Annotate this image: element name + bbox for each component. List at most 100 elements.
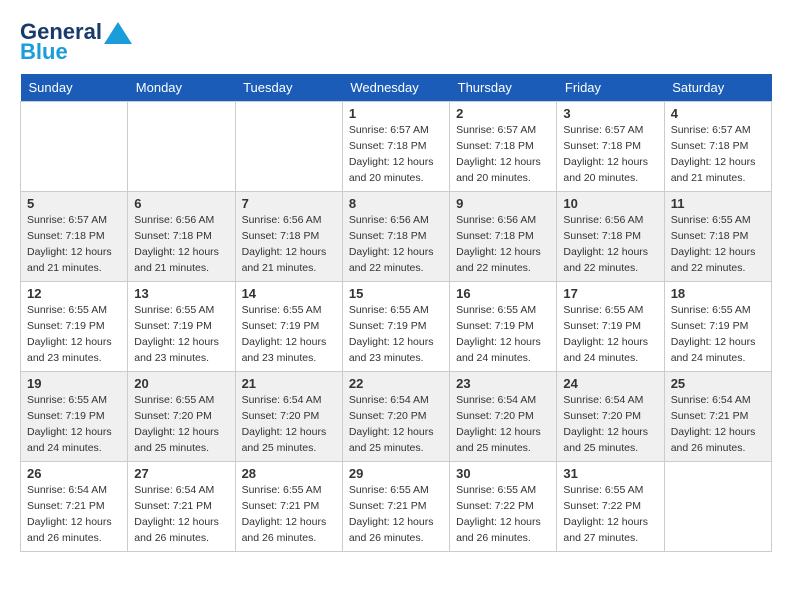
day-info: Sunrise: 6:54 AM Sunset: 7:20 PM Dayligh… — [349, 393, 443, 456]
day-info: Sunrise: 6:55 AM Sunset: 7:19 PM Dayligh… — [242, 303, 336, 366]
day-info: Sunrise: 6:55 AM Sunset: 7:19 PM Dayligh… — [349, 303, 443, 366]
calendar-cell: 5 Sunrise: 6:57 AM Sunset: 7:18 PM Daylig… — [21, 192, 128, 282]
weekday-header: Thursday — [450, 74, 557, 102]
weekday-header: Sunday — [21, 74, 128, 102]
day-info: Sunrise: 6:54 AM Sunset: 7:20 PM Dayligh… — [563, 393, 657, 456]
calendar-cell — [128, 102, 235, 192]
calendar-cell: 24 Sunrise: 6:54 AM Sunset: 7:20 PM Dayli… — [557, 372, 664, 462]
calendar-cell: 13Sunrise: 6:55 AM Sunset: 7:19 PM Dayli… — [128, 282, 235, 372]
calendar-cell: 10 Sunrise: 6:56 AM Sunset: 7:18 PM Dayli… — [557, 192, 664, 282]
day-number: 8 — [349, 196, 443, 211]
calendar-cell: 6 Sunrise: 6:56 AM Sunset: 7:18 PM Daylig… — [128, 192, 235, 282]
day-info: Sunrise: 6:57 AM Sunset: 7:18 PM Dayligh… — [671, 123, 765, 186]
day-number: 6 — [134, 196, 228, 211]
calendar-cell: 30Sunrise: 6:55 AM Sunset: 7:22 PM Dayli… — [450, 462, 557, 552]
day-info: Sunrise: 6:56 AM Sunset: 7:18 PM Dayligh… — [349, 213, 443, 276]
day-number: 30 — [456, 466, 550, 481]
day-number: 1 — [349, 106, 443, 121]
calendar-cell: 28 Sunrise: 6:55 AM Sunset: 7:21 PM Dayli… — [235, 462, 342, 552]
calendar-cell — [21, 102, 128, 192]
day-info: Sunrise: 6:56 AM Sunset: 7:18 PM Dayligh… — [134, 213, 228, 276]
day-info: Sunrise: 6:55 AM Sunset: 7:19 PM Dayligh… — [563, 303, 657, 366]
calendar-week-row: 19 Sunrise: 6:55 AM Sunset: 7:19 PM Dayli… — [21, 372, 772, 462]
calendar-header-row: SundayMondayTuesdayWednesdayThursdayFrid… — [21, 74, 772, 102]
day-info: Sunrise: 6:56 AM Sunset: 7:18 PM Dayligh… — [456, 213, 550, 276]
day-info: Sunrise: 6:54 AM Sunset: 7:21 PM Dayligh… — [27, 483, 121, 546]
calendar-cell: 16 Sunrise: 6:55 AM Sunset: 7:19 PM Dayli… — [450, 282, 557, 372]
day-info: Sunrise: 6:55 AM Sunset: 7:19 PM Dayligh… — [671, 303, 765, 366]
day-number: 11 — [671, 196, 765, 211]
calendar-cell: 18 Sunrise: 6:55 AM Sunset: 7:19 PM Dayli… — [664, 282, 771, 372]
day-info: Sunrise: 6:57 AM Sunset: 7:18 PM Dayligh… — [456, 123, 550, 186]
calendar-cell: 22 Sunrise: 6:54 AM Sunset: 7:20 PM Dayli… — [342, 372, 449, 462]
calendar-cell: 12 Sunrise: 6:55 AM Sunset: 7:19 PM Dayli… — [21, 282, 128, 372]
calendar-cell: 14 Sunrise: 6:55 AM Sunset: 7:19 PM Dayli… — [235, 282, 342, 372]
calendar-table: SundayMondayTuesdayWednesdayThursdayFrid… — [20, 74, 772, 552]
day-info: Sunrise: 6:57 AM Sunset: 7:18 PM Dayligh… — [563, 123, 657, 186]
day-number: 12 — [27, 286, 121, 301]
logo-icon — [104, 22, 132, 44]
day-number: 21 — [242, 376, 336, 391]
day-info: Sunrise: 6:56 AM Sunset: 7:18 PM Dayligh… — [242, 213, 336, 276]
calendar-cell: 2Sunrise: 6:57 AM Sunset: 7:18 PM Daylig… — [450, 102, 557, 192]
day-number: 31 — [563, 466, 657, 481]
day-info: Sunrise: 6:55 AM Sunset: 7:19 PM Dayligh… — [27, 393, 121, 456]
day-number: 27 — [134, 466, 228, 481]
calendar-cell: 3 Sunrise: 6:57 AM Sunset: 7:18 PM Daylig… — [557, 102, 664, 192]
calendar-week-row: 12 Sunrise: 6:55 AM Sunset: 7:19 PM Dayli… — [21, 282, 772, 372]
day-number: 16 — [456, 286, 550, 301]
calendar-cell: 7 Sunrise: 6:56 AM Sunset: 7:18 PM Daylig… — [235, 192, 342, 282]
day-info: Sunrise: 6:56 AM Sunset: 7:18 PM Dayligh… — [563, 213, 657, 276]
calendar-cell: 23Sunrise: 6:54 AM Sunset: 7:20 PM Dayli… — [450, 372, 557, 462]
day-info: Sunrise: 6:54 AM Sunset: 7:20 PM Dayligh… — [456, 393, 550, 456]
weekday-header: Monday — [128, 74, 235, 102]
day-number: 9 — [456, 196, 550, 211]
weekday-header: Friday — [557, 74, 664, 102]
day-number: 10 — [563, 196, 657, 211]
calendar-cell: 15 Sunrise: 6:55 AM Sunset: 7:19 PM Dayli… — [342, 282, 449, 372]
day-info: Sunrise: 6:57 AM Sunset: 7:18 PM Dayligh… — [349, 123, 443, 186]
day-info: Sunrise: 6:57 AM Sunset: 7:18 PM Dayligh… — [27, 213, 121, 276]
day-number: 28 — [242, 466, 336, 481]
calendar-cell: 29 Sunrise: 6:55 AM Sunset: 7:21 PM Dayli… — [342, 462, 449, 552]
calendar-cell: 11 Sunrise: 6:55 AM Sunset: 7:18 PM Dayli… — [664, 192, 771, 282]
day-number: 24 — [563, 376, 657, 391]
weekday-header: Tuesday — [235, 74, 342, 102]
day-info: Sunrise: 6:55 AM Sunset: 7:20 PM Dayligh… — [134, 393, 228, 456]
day-info: Sunrise: 6:55 AM Sunset: 7:21 PM Dayligh… — [349, 483, 443, 546]
day-number: 22 — [349, 376, 443, 391]
calendar-cell: 9 Sunrise: 6:56 AM Sunset: 7:18 PM Daylig… — [450, 192, 557, 282]
day-info: Sunrise: 6:55 AM Sunset: 7:19 PM Dayligh… — [27, 303, 121, 366]
calendar-cell — [664, 462, 771, 552]
day-number: 29 — [349, 466, 443, 481]
day-number: 18 — [671, 286, 765, 301]
calendar-cell: 26 Sunrise: 6:54 AM Sunset: 7:21 PM Dayli… — [21, 462, 128, 552]
calendar-cell: 20Sunrise: 6:55 AM Sunset: 7:20 PM Dayli… — [128, 372, 235, 462]
day-info: Sunrise: 6:54 AM Sunset: 7:20 PM Dayligh… — [242, 393, 336, 456]
logo: General Blue — [20, 20, 132, 64]
day-number: 4 — [671, 106, 765, 121]
day-number: 15 — [349, 286, 443, 301]
day-number: 14 — [242, 286, 336, 301]
day-number: 26 — [27, 466, 121, 481]
day-info: Sunrise: 6:55 AM Sunset: 7:18 PM Dayligh… — [671, 213, 765, 276]
day-number: 5 — [27, 196, 121, 211]
day-info: Sunrise: 6:55 AM Sunset: 7:22 PM Dayligh… — [563, 483, 657, 546]
day-info: Sunrise: 6:55 AM Sunset: 7:19 PM Dayligh… — [456, 303, 550, 366]
day-number: 17 — [563, 286, 657, 301]
calendar-week-row: 26 Sunrise: 6:54 AM Sunset: 7:21 PM Dayli… — [21, 462, 772, 552]
day-number: 7 — [242, 196, 336, 211]
calendar-cell: 1 Sunrise: 6:57 AM Sunset: 7:18 PM Daylig… — [342, 102, 449, 192]
day-info: Sunrise: 6:55 AM Sunset: 7:21 PM Dayligh… — [242, 483, 336, 546]
page-header: General Blue — [20, 20, 772, 64]
day-number: 19 — [27, 376, 121, 391]
calendar-cell: 21 Sunrise: 6:54 AM Sunset: 7:20 PM Dayli… — [235, 372, 342, 462]
calendar-cell: 25Sunrise: 6:54 AM Sunset: 7:21 PM Dayli… — [664, 372, 771, 462]
calendar-cell: 31 Sunrise: 6:55 AM Sunset: 7:22 PM Dayli… — [557, 462, 664, 552]
calendar-week-row: 1 Sunrise: 6:57 AM Sunset: 7:18 PM Daylig… — [21, 102, 772, 192]
calendar-cell: 27 Sunrise: 6:54 AM Sunset: 7:21 PM Dayli… — [128, 462, 235, 552]
day-info: Sunrise: 6:54 AM Sunset: 7:21 PM Dayligh… — [134, 483, 228, 546]
weekday-header: Wednesday — [342, 74, 449, 102]
day-number: 13 — [134, 286, 228, 301]
day-number: 3 — [563, 106, 657, 121]
